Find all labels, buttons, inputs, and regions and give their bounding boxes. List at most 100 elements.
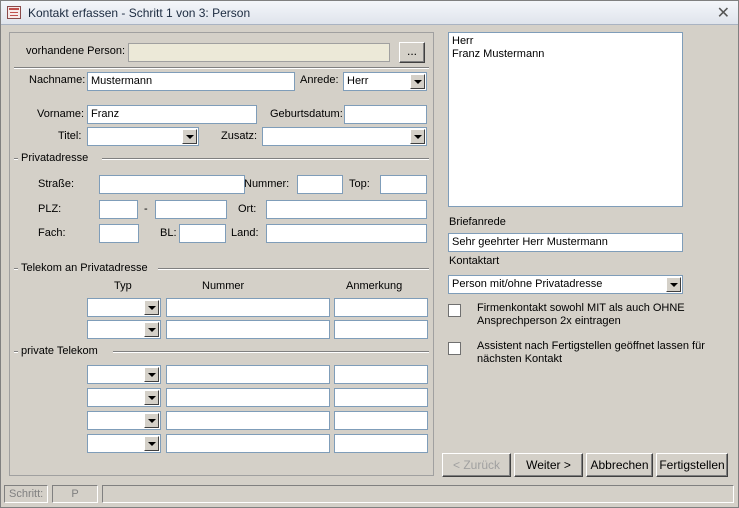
privat-telekom-nummer-field[interactable]	[166, 411, 330, 430]
chevron-down-icon[interactable]	[182, 129, 197, 144]
browse-person-button[interactable]: ...	[399, 42, 425, 63]
telekom-anmerkung-field[interactable]	[334, 298, 428, 317]
kontaktart-label: Kontaktart	[449, 255, 500, 267]
top-label: Top:	[349, 178, 370, 190]
geburtsdatum-label: Geburtsdatum:	[270, 108, 343, 120]
title-bar: Kontakt erfassen - Schritt 1 von 3: Pers…	[1, 1, 738, 25]
nummer-label: Nummer:	[244, 178, 290, 190]
status-bar: Schritt: P	[1, 483, 738, 507]
privat-telekom-nummer-field[interactable]	[166, 388, 330, 407]
privat-telekom-anmerkung-field[interactable]	[334, 411, 428, 430]
telekom-nummer-field[interactable]	[166, 298, 330, 317]
kontaktart-select[interactable]: Person mit/ohne Privatadresse	[448, 275, 683, 294]
plz-label: PLZ:	[38, 203, 62, 215]
nachname-field[interactable]: Mustermann	[87, 72, 295, 91]
bl-field[interactable]	[179, 224, 226, 243]
col-nummer-header: Nummer	[202, 280, 245, 292]
vorhandene-person-label: vorhandene Person:	[26, 45, 126, 57]
schritt-value: P	[52, 485, 98, 503]
hausnummer-field[interactable]	[297, 175, 343, 194]
chevron-down-icon[interactable]	[410, 74, 425, 89]
col-typ-header: Typ	[114, 280, 132, 292]
briefanrede-label: Briefanrede	[449, 216, 506, 228]
privat-telekom-typ-select[interactable]	[87, 388, 161, 407]
chevron-down-icon[interactable]	[666, 277, 681, 292]
col-anmerkung-header: Anmerkung	[346, 280, 403, 292]
privat-telekom-anmerkung-field[interactable]	[334, 388, 428, 407]
schritt-label: Schritt:	[4, 485, 48, 503]
preview-name: Franz Mustermann	[452, 48, 545, 60]
divider	[14, 67, 429, 69]
anrede-select[interactable]: Herr	[343, 72, 427, 91]
anrede-label: Anrede:	[300, 74, 339, 86]
finish-button[interactable]: Fertigstellen	[656, 453, 728, 477]
chevron-down-icon[interactable]	[144, 390, 159, 405]
summary-panel: Herr Franz Mustermann Briefanrede Sehr g…	[439, 32, 734, 477]
close-icon[interactable]: ✕	[717, 3, 730, 23]
nachname-label: Nachname:	[29, 74, 86, 86]
strasse-field[interactable]	[99, 175, 245, 194]
assistent-offen-label: Assistent nach Fertigstellen geöffnet la…	[477, 340, 705, 365]
bl-label: BL:	[160, 227, 177, 239]
anrede-value: Herr	[347, 75, 369, 87]
divider	[113, 351, 429, 353]
window-title: Kontakt erfassen - Schritt 1 von 3: Pers…	[28, 6, 251, 20]
kontaktart-value: Person mit/ohne Privatadresse	[452, 278, 603, 290]
chevron-down-icon[interactable]	[144, 436, 159, 451]
privat-telekom-typ-select[interactable]	[87, 434, 161, 453]
form-icon	[7, 6, 21, 19]
privat-telekom-anmerkung-field[interactable]	[334, 365, 428, 384]
preview-anrede: Herr	[452, 35, 474, 47]
fach-label: Fach:	[38, 227, 66, 239]
firmenkontakt-label: Firmenkontakt sowohl MIT als auch OHNE A…	[477, 302, 685, 327]
divider	[14, 351, 18, 353]
privat-telekom-anmerkung-field[interactable]	[334, 434, 428, 453]
briefanrede-field[interactable]: Sehr geehrter Herr Mustermann	[448, 233, 683, 252]
top-field[interactable]	[380, 175, 427, 194]
status-message	[102, 485, 734, 503]
privat-telekom-nummer-field[interactable]	[166, 434, 330, 453]
land-label: Land:	[231, 227, 259, 239]
firmenkontakt-checkbox[interactable]	[448, 304, 461, 317]
plz-separator: -	[144, 203, 148, 215]
person-form-panel: vorhandene Person: ... Nachname: Musterm…	[9, 32, 434, 476]
telekom-privat-heading: Telekom an Privatadresse	[21, 262, 148, 274]
geburtsdatum-field[interactable]	[344, 105, 427, 124]
ort-label: Ort:	[238, 203, 257, 215]
plz-suffix-field[interactable]	[155, 200, 227, 219]
next-button[interactable]: Weiter >	[514, 453, 583, 477]
telekom-nummer-field[interactable]	[166, 320, 330, 339]
chevron-down-icon[interactable]	[144, 413, 159, 428]
chevron-down-icon[interactable]	[410, 129, 425, 144]
telekom-anmerkung-field[interactable]	[334, 320, 428, 339]
vorhandene-person-field[interactable]	[128, 43, 390, 62]
titel-select[interactable]	[87, 127, 199, 146]
chevron-down-icon[interactable]	[144, 300, 159, 315]
chevron-down-icon[interactable]	[144, 322, 159, 337]
wizard-window: Kontakt erfassen - Schritt 1 von 3: Pers…	[0, 0, 739, 508]
privat-telekom-nummer-field[interactable]	[166, 365, 330, 384]
zusatz-select[interactable]	[262, 127, 427, 146]
cancel-button[interactable]: Abbrechen	[586, 453, 653, 477]
assistent-offen-checkbox[interactable]	[448, 342, 461, 355]
privat-telekom-typ-select[interactable]	[87, 365, 161, 384]
telekom-typ-select[interactable]	[87, 298, 161, 317]
vorname-field[interactable]: Franz	[87, 105, 257, 124]
chevron-down-icon[interactable]	[144, 367, 159, 382]
divider	[14, 268, 18, 270]
strasse-label: Straße:	[38, 178, 75, 190]
plz-field[interactable]	[99, 200, 138, 219]
divider	[14, 158, 18, 160]
preview-box: Herr Franz Mustermann	[448, 32, 683, 207]
zusatz-label: Zusatz:	[221, 130, 258, 142]
land-field[interactable]	[266, 224, 427, 243]
fach-field[interactable]	[99, 224, 139, 243]
ort-field[interactable]	[266, 200, 427, 219]
back-button[interactable]: < Zurück	[442, 453, 511, 477]
telekom-typ-select[interactable]	[87, 320, 161, 339]
vorname-label: Vorname:	[37, 108, 85, 120]
privatadresse-heading: Privatadresse	[21, 152, 89, 164]
divider	[158, 268, 429, 270]
divider	[102, 158, 429, 160]
privat-telekom-typ-select[interactable]	[87, 411, 161, 430]
